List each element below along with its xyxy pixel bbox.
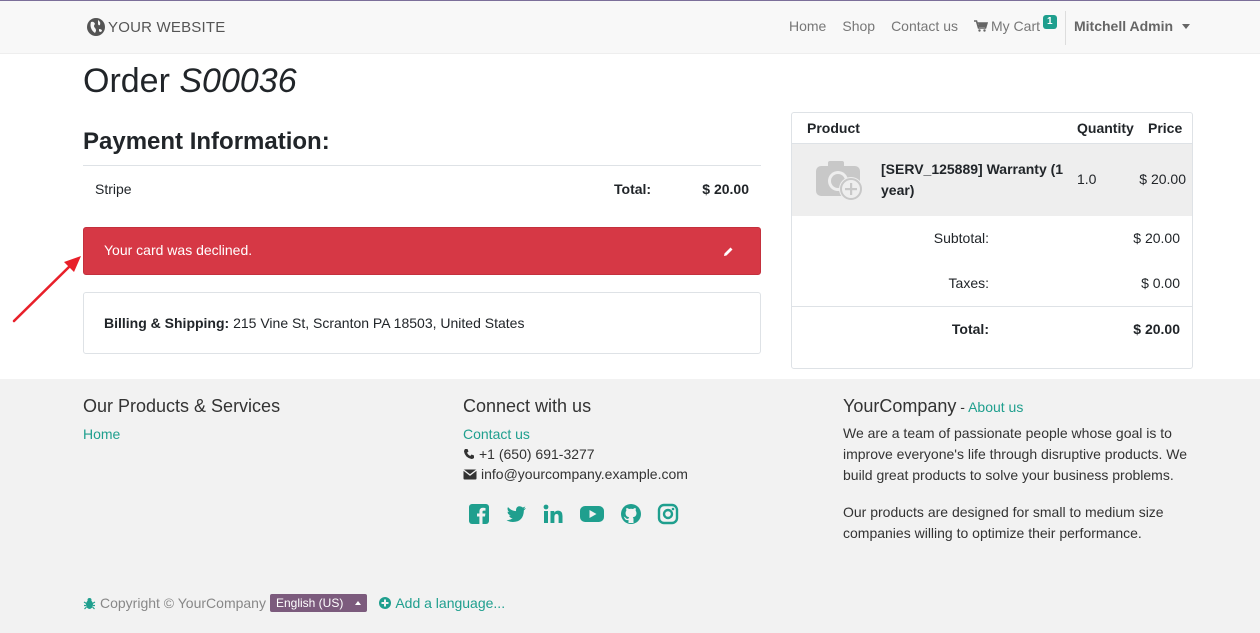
payment-total-label: Total: [614,181,652,197]
nav-contact[interactable]: Contact us [891,18,958,34]
company-description-1: We are a team of passionate people whose… [843,425,1188,483]
language-label: English (US) [275,596,344,610]
footer-company-heading: YourCompany - About us [843,396,1193,417]
copyright-text: Copyright © YourCompany [100,595,266,611]
phone-icon [464,449,474,459]
payment-heading: Payment Information: [83,128,330,155]
taxes-label: Taxes: [948,275,989,291]
plus-circle-icon [379,597,392,609]
total-label: Total: [951,321,989,337]
footer-email: info@yourcompany.example.com [463,466,694,482]
footer-company-column: YourCompany - About us We are a team of … [843,396,1193,544]
subtotal-label: Subtotal: [933,230,989,246]
footer-contact-link[interactable]: Contact us [463,426,694,442]
chevron-down-icon [1182,23,1191,29]
brand-text: YOUR WEBSITE [108,18,226,36]
phone-text: +1 (650) 691-3277 [479,446,595,462]
product-price: $ 20.00 [1139,171,1186,187]
nav-cart[interactable]: My Cart 1 [974,15,1057,34]
address-value: 215 Vine St, Scranton PA 18503, United S… [233,315,525,331]
nav-shop[interactable]: Shop [842,18,875,34]
order-number: S00036 [179,62,297,100]
company-description-2: Our products are designed for small to m… [843,504,1164,541]
col-price: Price [1148,120,1183,136]
subtotal-row: Subtotal: $ 20.00 [792,216,1192,261]
total-value: $ 20.00 [1133,321,1180,337]
globe-icon [87,18,105,36]
envelope-icon [463,468,477,479]
product-image-placeholder-icon [814,158,866,207]
twitter-icon[interactable] [505,503,527,525]
order-summary-card: Product Quantity Price [SERV_125889] War… [791,112,1193,369]
address-box: Billing & Shipping: 215 Vine St, Scranto… [83,292,761,354]
facebook-icon[interactable] [468,503,490,525]
address-label: Billing & Shipping: [104,315,230,331]
subtotal-value: $ 20.00 [1133,230,1180,246]
error-message: Your card was declined. [104,242,253,258]
pencil-icon[interactable] [723,244,734,260]
cart-icon [974,20,988,32]
footer-products-column: Our Products & Services Home [83,396,280,442]
product-name[interactable]: [SERV_125889] Warranty (1 year) [881,159,1066,201]
nav-divider [1065,11,1066,45]
cart-label: My Cart [991,18,1040,34]
summary-line-item: [SERV_125889] Warranty (1 year) 1.0 $ 20… [792,144,1192,216]
payment-method: Stripe [95,181,132,197]
copyright-bar: Copyright © YourCompany English (US) Add… [83,594,505,612]
nav-home[interactable]: Home [789,18,826,34]
payment-row: Stripe Total: $ 20.00 [83,165,761,210]
summary-header: Product Quantity Price [792,113,1192,144]
add-language-link[interactable]: Add a language... [379,595,505,611]
user-name: Mitchell Admin [1074,18,1174,34]
payment-total-value: $ 20.00 [702,181,749,197]
caret-up-icon [355,601,362,605]
navbar: YOUR WEBSITE Home Shop Contact us My Car… [0,1,1260,54]
footer-phone: +1 (650) 691-3277 [463,446,694,462]
order-title-prefix: Order [83,62,170,100]
github-icon[interactable] [620,503,642,525]
total-row: Total: $ 20.00 [792,306,1192,351]
product-quantity: 1.0 [1077,171,1097,187]
linkedin-icon[interactable] [542,503,564,525]
taxes-value: $ 0.00 [1141,275,1180,291]
social-links [468,503,694,525]
footer-home-link[interactable]: Home [83,426,280,442]
payment-error-alert: Your card was declined. [83,227,761,275]
company-name: YourCompany [843,396,957,416]
email-text: info@yourcompany.example.com [481,466,688,482]
col-quantity: Quantity [1077,120,1134,136]
page-title: Order S00036 [83,62,297,101]
youtube-icon[interactable] [579,503,605,525]
taxes-row: Taxes: $ 0.00 [792,261,1192,306]
language-selector[interactable]: English (US) [269,594,368,612]
footer-connect-column: Connect with us Contact us +1 (650) 691-… [463,396,694,525]
annotation-arrow-icon [12,256,81,323]
col-product: Product [807,120,860,136]
footer-connect-heading: Connect with us [463,396,592,416]
instagram-icon[interactable] [657,503,679,525]
heading-separator: - [956,399,969,415]
bug-icon[interactable] [83,597,96,610]
brand-logo[interactable]: YOUR WEBSITE [86,17,225,37]
nav-links: Home Shop Contact us My Cart 1 [789,15,1067,34]
about-us-link[interactable]: About us [968,399,1023,415]
footer-products-heading: Our Products & Services [83,396,281,416]
add-language-text: Add a language... [395,595,506,611]
user-menu[interactable]: Mitchell Admin [1074,18,1191,34]
cart-count-badge: 1 [1043,15,1057,29]
footer: Our Products & Services Home Connect wit… [0,379,1260,633]
